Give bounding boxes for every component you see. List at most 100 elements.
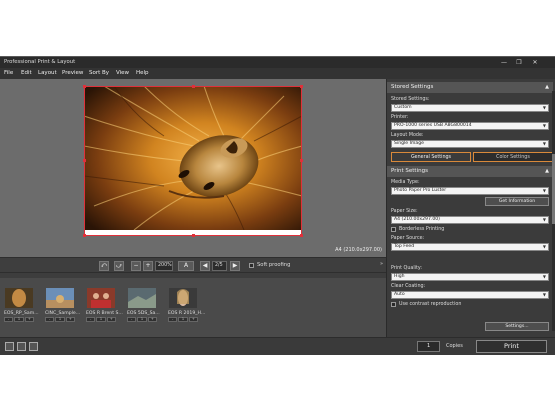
menu-edit[interactable]: Edit xyxy=(21,70,32,76)
layout-mode-select[interactable]: Single Image ▼ xyxy=(391,140,549,148)
print-settings-header[interactable]: Print Settings ▲ xyxy=(387,166,553,177)
thumbnail-copies: -1 + xyxy=(4,317,34,322)
select-value: Auto xyxy=(394,292,405,297)
thumbnail-item[interactable]: EOS_RP_Sam... -1 + xyxy=(4,288,39,322)
soft-proofing-checkbox[interactable] xyxy=(249,263,254,268)
collapse-icon[interactable]: ▲ xyxy=(545,166,549,177)
settings-panel: Stored Settings ▲ Stored Settings: Custo… xyxy=(386,79,555,337)
thumbnail-image xyxy=(87,288,115,308)
zoom-in-icon[interactable]: + xyxy=(143,261,153,271)
copies-field[interactable]: 1 xyxy=(417,341,440,352)
thumbnail-label: CINC_Sample... xyxy=(45,311,81,316)
chevron-down-icon: ▼ xyxy=(542,217,546,222)
paper-source-select[interactable]: Top Feed ▼ xyxy=(391,243,549,251)
next-page-icon[interactable]: ▶ xyxy=(230,261,240,271)
increase-button[interactable]: + xyxy=(106,317,116,322)
thumbnail-copies: -1 + xyxy=(86,317,116,322)
view-split-icon[interactable] xyxy=(17,342,26,351)
rotate-left-icon[interactable]: ⤺ xyxy=(99,261,109,271)
menu-file[interactable]: File xyxy=(4,70,13,76)
copies-label: Copies xyxy=(446,343,463,349)
paper-size-label: Paper Size: xyxy=(391,209,418,214)
thumbnail-copies: -1 + xyxy=(45,317,75,322)
copies-count: 1 xyxy=(55,317,65,322)
stored-settings-header[interactable]: Stored Settings ▲ xyxy=(387,82,553,93)
decrease-button[interactable]: - xyxy=(168,317,178,322)
section-title: Print Settings xyxy=(391,168,428,174)
decrease-button[interactable]: - xyxy=(127,317,137,322)
select-value: Photo Paper Pro Luster xyxy=(394,188,447,193)
soft-proofing-label: Soft proofing xyxy=(257,262,291,268)
increase-button[interactable]: + xyxy=(65,317,75,322)
thumbnail-item[interactable]: EOS 5DS_Sa... -1 + xyxy=(127,288,160,322)
printer-label: Printer: xyxy=(391,115,409,120)
decrease-button[interactable]: - xyxy=(45,317,55,322)
increase-button[interactable]: + xyxy=(188,317,198,322)
copies-count: 1 xyxy=(14,317,24,322)
thumbnail-strip: EOS_RP_Sam... -1 + CINC_Sample... -1 + EOS… xyxy=(0,272,386,337)
select-value: Top Feed xyxy=(394,244,415,249)
thumbnail-image xyxy=(46,288,74,308)
copies-count: 1 xyxy=(96,317,106,322)
title-bar: Professional Print & Layout — ❐ ✕ xyxy=(0,57,555,68)
zoom-out-icon[interactable]: − xyxy=(131,261,141,271)
chevron-down-icon: ▼ xyxy=(542,244,546,249)
menu-view[interactable]: View xyxy=(116,70,129,76)
copies-count: 1 xyxy=(137,317,147,322)
decrease-button[interactable]: - xyxy=(86,317,96,322)
menu-bar: File Edit Layout Preview Sort By View He… xyxy=(0,68,555,79)
previous-page-icon[interactable]: ◀ xyxy=(200,261,210,271)
settings-button[interactable]: Settings... xyxy=(485,322,549,331)
menu-layout[interactable]: Layout xyxy=(38,70,57,76)
print-button[interactable]: Print xyxy=(476,340,547,353)
select-value: Custom xyxy=(394,105,412,110)
print-quality-label: Print Quality: xyxy=(391,266,422,271)
select-value: A4 (210.00x297.00) xyxy=(394,217,440,222)
stored-settings-select[interactable]: Custom ▼ xyxy=(391,104,549,112)
select-value: PRO-1000 series USB A8G800014 xyxy=(394,123,472,128)
minimize-button[interactable]: — xyxy=(497,58,511,67)
thumbnail-label: EOS 5DS_Sa... xyxy=(127,311,160,316)
bottom-bar: 1 Copies Print xyxy=(0,337,555,355)
menu-help[interactable]: Help xyxy=(136,70,149,76)
get-information-button[interactable]: Get Information xyxy=(485,197,549,206)
paper-source-label: Paper Source: xyxy=(391,236,425,241)
strip-divider xyxy=(0,273,386,278)
thumbnail-item[interactable]: EOS R Brent S... -1 + xyxy=(86,288,123,322)
paper-size-indicator: A4 (210.0x297.00) xyxy=(335,247,382,253)
media-type-select[interactable]: Photo Paper Pro Luster ▼ xyxy=(391,187,549,195)
view-single-icon[interactable] xyxy=(5,342,14,351)
copies-count: 1 xyxy=(178,317,188,322)
view-compare-icon[interactable] xyxy=(29,342,38,351)
chevron-down-icon: ▼ xyxy=(542,292,546,297)
rotate-right-icon[interactable]: ⤻ xyxy=(114,261,124,271)
contrast-checkbox[interactable] xyxy=(391,302,396,307)
increase-button[interactable]: + xyxy=(24,317,34,322)
thumbnail-label: EOS R Brent S... xyxy=(86,311,123,316)
menu-preview[interactable]: Preview xyxy=(62,70,83,76)
collapse-icon[interactable]: ▲ xyxy=(545,82,549,93)
clear-coating-select[interactable]: Auto ▼ xyxy=(391,291,549,299)
zoom-level-field[interactable]: 200% xyxy=(155,261,173,271)
clear-coating-label: Clear Coating: xyxy=(391,284,426,289)
thumbnail-item[interactable]: CINC_Sample... -1 + xyxy=(45,288,81,322)
expand-strip-icon[interactable]: » xyxy=(380,261,383,267)
settings-tabs: General Settings Color Settings xyxy=(389,152,553,162)
thumbnail-item[interactable]: EOS R 2019_H... -1 + xyxy=(168,288,205,322)
window-title: Professional Print & Layout xyxy=(4,59,76,65)
decrease-button[interactable]: - xyxy=(4,317,14,322)
printer-select[interactable]: PRO-1000 series USB A8G800014 ▼ xyxy=(391,122,549,130)
fit-display-icon[interactable]: A xyxy=(178,261,194,271)
tab-color-settings[interactable]: Color Settings xyxy=(473,152,553,162)
print-quality-select[interactable]: High ▼ xyxy=(391,273,549,281)
chevron-down-icon: ▼ xyxy=(542,123,546,128)
menu-sort-by[interactable]: Sort By xyxy=(89,70,109,76)
maximize-button[interactable]: ❐ xyxy=(512,58,526,67)
increase-button[interactable]: + xyxy=(147,317,157,322)
contrast-label: Use contrast reproduction xyxy=(399,302,462,307)
lion-photo[interactable] xyxy=(84,86,302,230)
borderless-checkbox[interactable] xyxy=(391,227,396,232)
tab-general-settings[interactable]: General Settings xyxy=(391,152,471,162)
close-button[interactable]: ✕ xyxy=(528,58,542,67)
paper-size-select[interactable]: A4 (210.00x297.00) ▼ xyxy=(391,216,549,224)
